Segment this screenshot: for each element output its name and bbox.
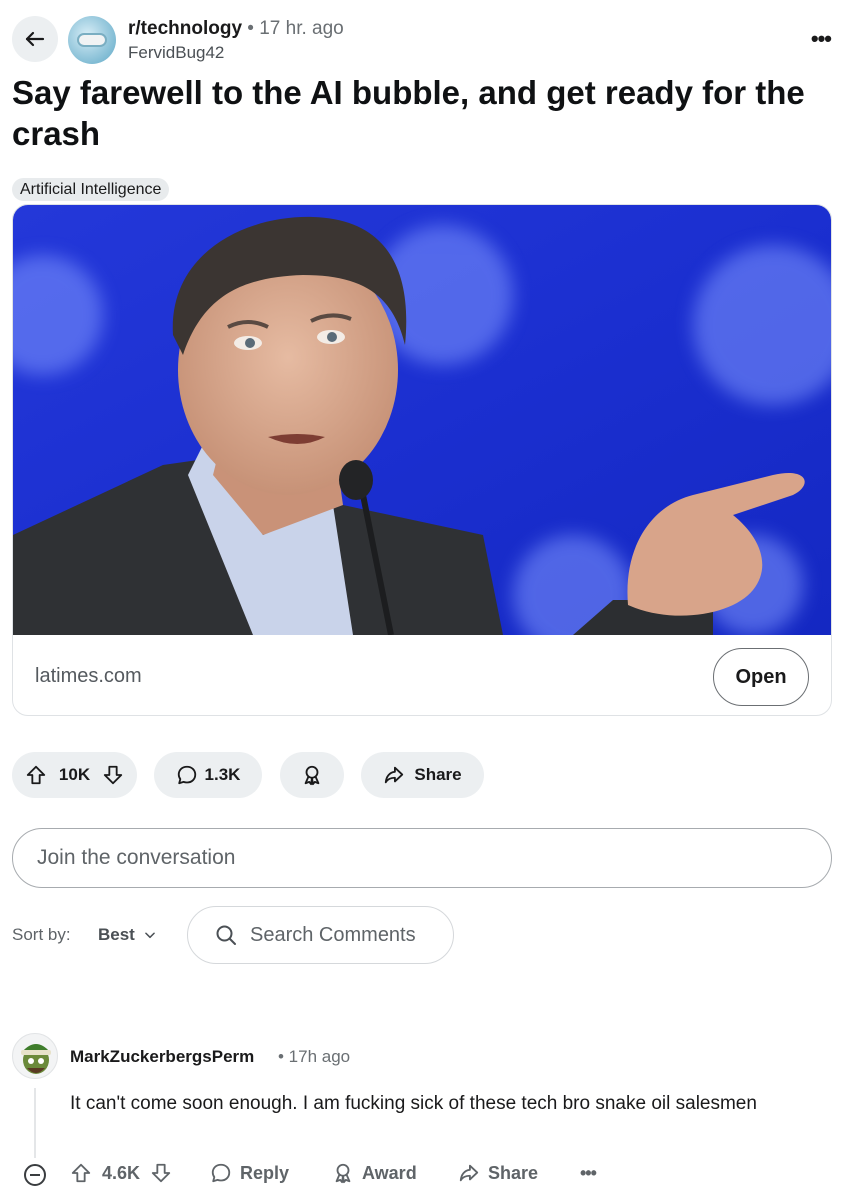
arrow-up-icon[interactable] (70, 1162, 92, 1184)
back-button[interactable] (12, 16, 58, 62)
search-comments-field[interactable]: Search Comments (187, 906, 454, 964)
vote-control: 10K (12, 752, 137, 798)
sort-value: Best (98, 925, 135, 944)
comment-author[interactable]: MarkZuckerbergsPerm (70, 1047, 254, 1067)
comments-button[interactable]: 1.3K (154, 752, 262, 798)
comment-share-button[interactable]: Share (458, 1162, 538, 1184)
arrow-left-icon (25, 31, 45, 47)
snoo-avatar-image (21, 1044, 51, 1074)
award-ribbon-icon (335, 1163, 351, 1184)
reply-button[interactable]: Reply (210, 1162, 289, 1184)
link-preview-card[interactable]: latimes.com Open (12, 204, 832, 716)
subreddit-name[interactable]: r/technology (128, 18, 242, 39)
comment-vote-control: 4.6K (70, 1162, 172, 1184)
share-button[interactable]: Share (361, 752, 484, 798)
open-link-button[interactable]: Open (713, 648, 809, 706)
sort-label: Sort by: (12, 925, 71, 944)
award-ribbon-icon (304, 765, 320, 786)
arrow-up-icon[interactable] (25, 764, 47, 786)
arrow-down-icon[interactable] (102, 764, 124, 786)
sort-dropdown[interactable]: Best (98, 925, 157, 945)
comment-award-button[interactable]: Award (332, 1162, 417, 1184)
vote-count: 10K (58, 765, 91, 784)
thread-line[interactable] (34, 1088, 36, 1158)
link-domain: latimes.com (35, 665, 142, 687)
share-label: Share (414, 765, 462, 784)
chevron-down-icon (145, 932, 155, 939)
share-arrow-icon (459, 1164, 479, 1182)
comment-more-icon[interactable]: ••• (580, 1163, 597, 1184)
link-thumbnail-image (13, 205, 831, 635)
speech-bubble-icon (211, 1163, 231, 1183)
post-author[interactable]: FervidBug42 (128, 43, 224, 63)
search-comments-placeholder: Search Comments (250, 923, 416, 946)
comment-composer-input[interactable]: Join the conversation (12, 828, 832, 888)
post-title: Say farewell to the AI bubble, and get r… (12, 74, 805, 152)
minus-circle-icon[interactable] (24, 1164, 46, 1186)
more-options-icon[interactable]: ••• (811, 26, 832, 52)
award-button[interactable] (280, 752, 344, 798)
post-meta: r/technology • 17 hr. ago (128, 18, 344, 40)
arrow-down-icon[interactable] (150, 1162, 172, 1184)
comment-vote-count: 4.6K (102, 1162, 141, 1183)
comment-count: 1.3K (204, 765, 241, 784)
reply-label: Reply (240, 1162, 290, 1183)
speech-bubble-icon (177, 765, 196, 785)
comment-share-label: Share (488, 1162, 539, 1183)
avatar[interactable] (12, 1033, 58, 1079)
share-arrow-icon (385, 766, 404, 784)
comment-time: • 17h ago (278, 1047, 351, 1066)
subreddit-avatar[interactable] (68, 16, 116, 64)
post-time: • 17 hr. ago (247, 18, 344, 39)
search-icon (216, 925, 236, 945)
post-flair[interactable]: Artificial Intelligence (12, 178, 170, 201)
award-label: Award (362, 1162, 417, 1183)
comment-body: It can't come soon enough. I am fucking … (70, 1093, 757, 1114)
